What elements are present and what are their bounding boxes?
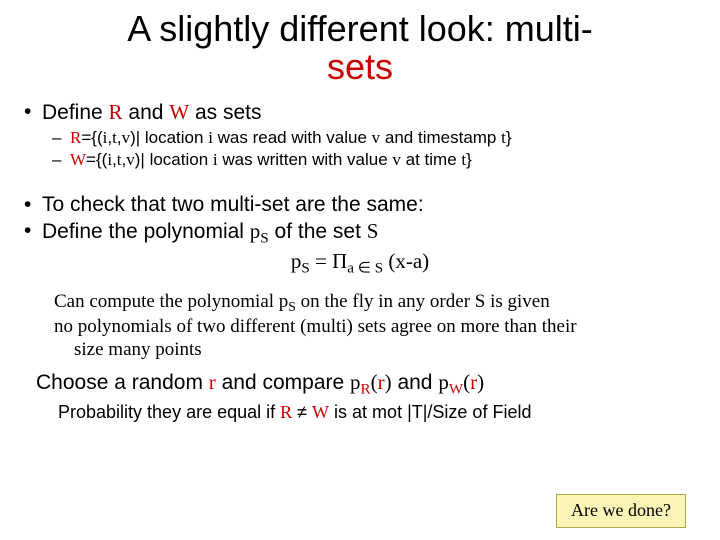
R-symbol: R <box>70 128 81 147</box>
txt: of the set <box>269 220 367 243</box>
sub-W: W <box>449 382 463 398</box>
callout-text: Are we done? <box>571 500 671 520</box>
W-neq: W <box>312 402 329 422</box>
brace: } <box>466 150 472 169</box>
body-l2: no polynomials of two different (multi) … <box>54 316 577 337</box>
txt: )| location <box>135 150 213 169</box>
define-poly-bullet: Define the polynomial pS of the set S <box>20 218 700 248</box>
title-line2: sets <box>327 46 393 87</box>
random-r: r <box>209 370 216 394</box>
txt: Define the polynomial <box>42 220 250 243</box>
rp2: ) <box>477 370 484 394</box>
var-v: v <box>126 150 135 169</box>
choose-pre: Choose a random <box>36 371 209 394</box>
product-sub: a ∈ S <box>347 260 383 276</box>
brace: } <box>506 128 512 147</box>
define-prefix: Define <box>42 101 109 124</box>
define-and: and <box>123 101 170 124</box>
S-sym: S <box>367 219 379 243</box>
neq-sym: ≠ <box>292 402 312 422</box>
define-W: W <box>169 100 189 124</box>
txt: and timestamp <box>380 128 501 147</box>
var-v2: v <box>372 128 381 147</box>
sub-S3: S <box>288 299 296 314</box>
bullet-list-1: Define R and W as sets R={(i,t,v)| locat… <box>20 100 700 171</box>
body-l1b: on the fly in any order S is given <box>296 291 550 312</box>
slide: A slightly different look: multi- sets D… <box>0 0 720 540</box>
product-symbol: Π <box>332 249 347 273</box>
txt: was written with value <box>218 150 393 169</box>
probability-line: Probability they are equal if R ≠ W is a… <box>20 400 700 423</box>
choose-line: Choose a random r and compare pR(r) and … <box>20 361 700 399</box>
txt: ={( <box>81 128 102 147</box>
spacer2 <box>20 277 700 287</box>
W-symbol: W <box>70 150 86 169</box>
define-suffix: as sets <box>189 101 261 124</box>
check-bullet: To check that two multi-set are the same… <box>20 192 700 218</box>
rhs: (x-a) <box>383 249 429 273</box>
sub-S: S <box>260 231 268 247</box>
txt: ={( <box>86 150 107 169</box>
spacer <box>20 182 700 192</box>
body-l3: size many points <box>54 339 202 362</box>
R-neq: R <box>280 402 292 422</box>
define-bullet: Define R and W as sets R={(i,t,v)| locat… <box>42 100 700 171</box>
var-v2: v <box>392 150 401 169</box>
sub-S2: S <box>301 260 309 276</box>
txt: )| location <box>130 128 208 147</box>
var-v: v <box>122 128 131 147</box>
p-R: p <box>350 370 361 394</box>
prob-pre: Probability they are equal if <box>58 402 280 422</box>
lp: ( <box>371 370 378 394</box>
prob-post: is at mot |T|/Size of Field <box>329 402 531 422</box>
rp: ) <box>385 370 392 394</box>
define-R: R <box>109 100 123 124</box>
and-between: and <box>392 371 439 394</box>
txt: at time <box>401 150 461 169</box>
formula: pS = Πa ∈ S (x-a) <box>20 249 700 278</box>
p-sym: p <box>250 219 261 243</box>
sub-R: R <box>361 382 371 398</box>
callout-box: Are we done? <box>556 494 686 528</box>
body-text: Can compute the polynomial pS on the fly… <box>20 287 700 361</box>
r-arg1: r <box>378 370 385 394</box>
slide-title: A slightly different look: multi- sets <box>20 10 700 86</box>
title-line1: A slightly different look: multi- <box>127 8 593 49</box>
R-definition: R={(i,t,v)| location i was read with val… <box>70 127 700 148</box>
body-l1a: Can compute the polynomial p <box>54 291 288 312</box>
txt: was read with value <box>213 128 372 147</box>
choose-mid: and compare <box>216 371 350 394</box>
W-definition: W={(i,t,v)| location i was written with … <box>70 149 700 170</box>
p-W: p <box>438 370 449 394</box>
p-sym2: p <box>291 249 302 273</box>
define-sublist: R={(i,t,v)| location i was read with val… <box>42 127 700 171</box>
eq: = <box>310 249 332 273</box>
